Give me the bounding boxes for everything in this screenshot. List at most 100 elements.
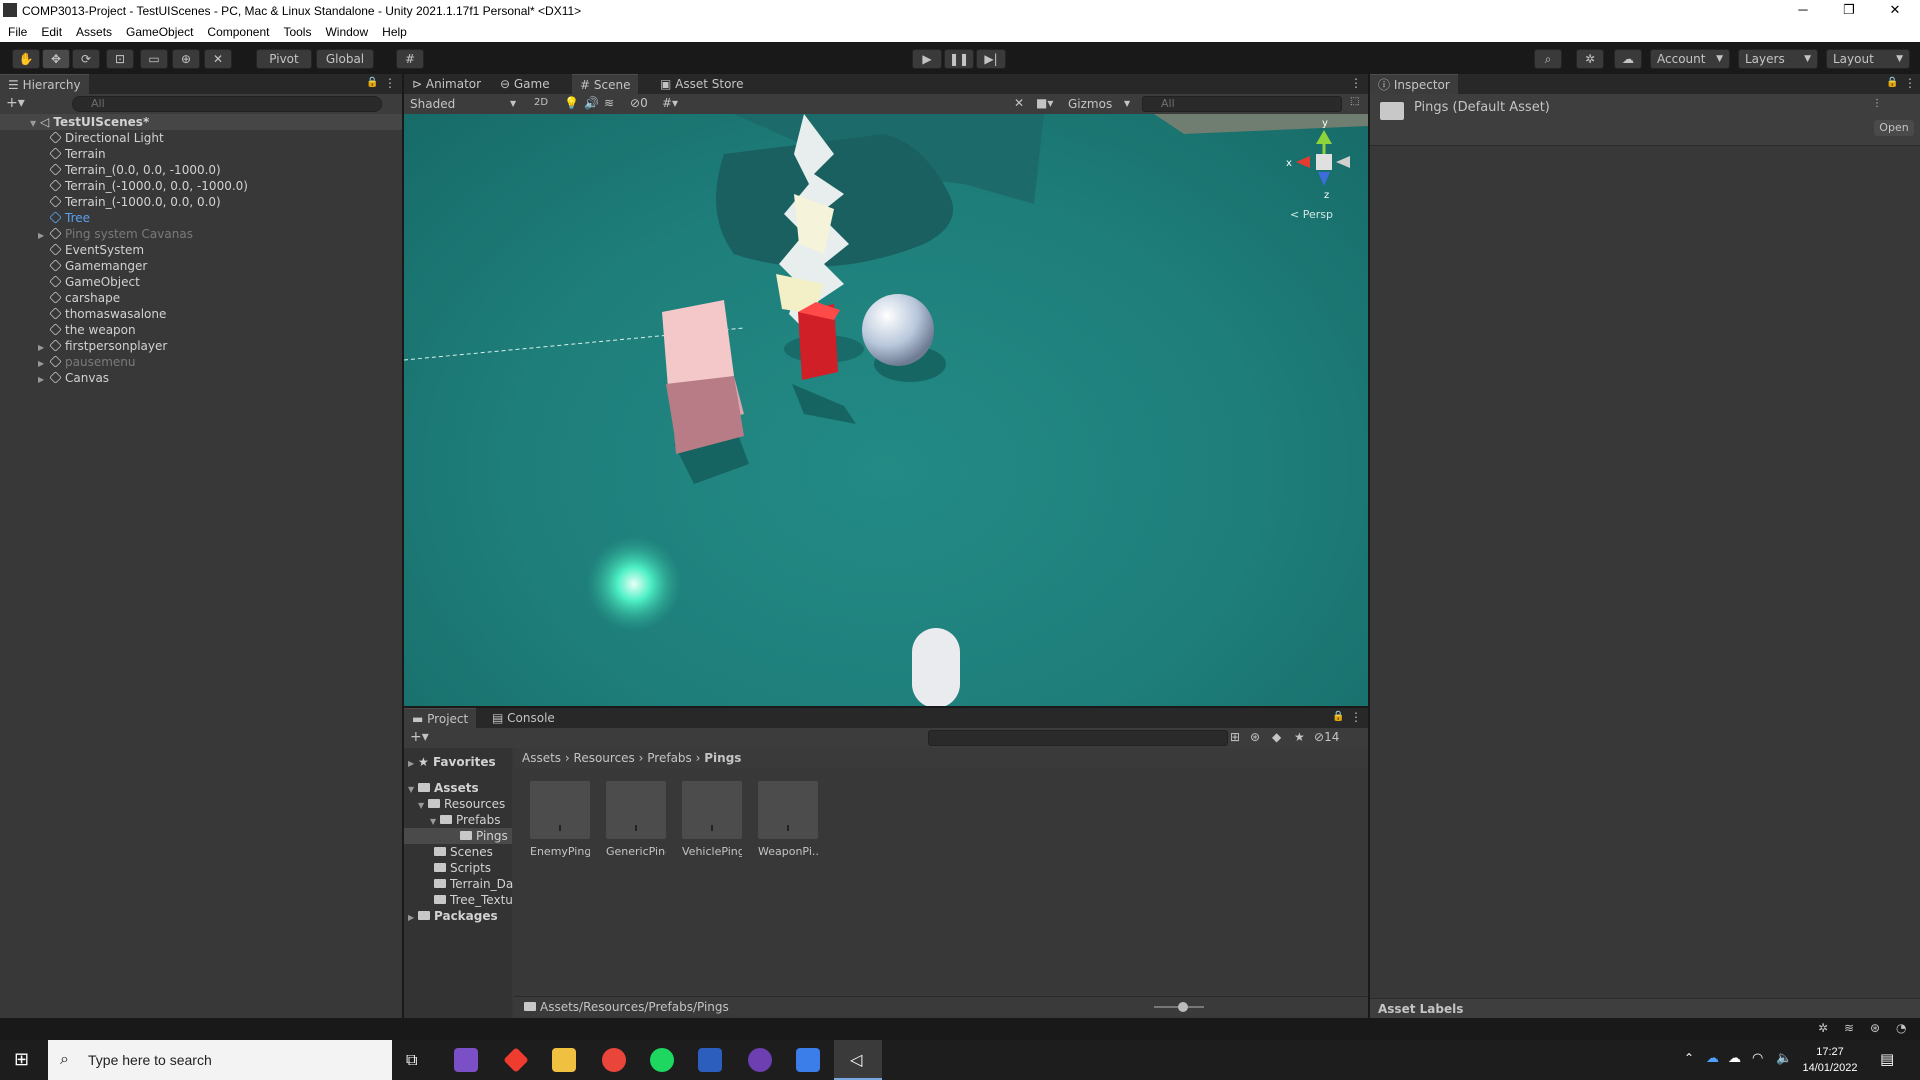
- breadcrumb-resources[interactable]: Resources: [574, 751, 635, 765]
- grid-snap-button[interactable]: #: [396, 49, 424, 69]
- hierarchy-item[interactable]: Terrain_(0.0, 0.0, -1000.0): [0, 162, 402, 178]
- tab-hierarchy[interactable]: ☰ Hierarchy: [0, 74, 89, 94]
- cloud-icon[interactable]: ☁: [1614, 49, 1642, 69]
- expand-arrow-icon[interactable]: ▼: [418, 798, 428, 814]
- zoom-icon[interactable]: [796, 1048, 820, 1072]
- wifi-icon[interactable]: ◠: [1752, 1051, 1763, 1066]
- word-icon[interactable]: [698, 1048, 722, 1072]
- menu-component[interactable]: Component: [199, 22, 275, 39]
- menu-tools[interactable]: Tools: [275, 22, 317, 39]
- layout-dropdown[interactable]: Layout ▼: [1826, 49, 1910, 69]
- asset-enemy-ping[interactable]: EnemyPing: [530, 781, 590, 858]
- audio-icon[interactable]: 🔊: [584, 96, 599, 110]
- more-menu-icon[interactable]: ⋮: [1350, 710, 1362, 724]
- settings-menu-icon[interactable]: ⋮: [1872, 98, 1882, 109]
- menu-assets[interactable]: Assets: [68, 22, 118, 39]
- github-desktop-icon[interactable]: [748, 1048, 772, 1072]
- windows-start-icon[interactable]: ⊞: [14, 1049, 29, 1070]
- favorites-row[interactable]: ▶ ★ Favorites: [408, 754, 496, 770]
- onedrive-icon[interactable]: ☁: [1706, 1051, 1719, 1066]
- tab-game[interactable]: ⊖ Game: [492, 74, 558, 94]
- expand-arrow-icon[interactable]: ▶: [38, 372, 50, 388]
- lighting-icon[interactable]: 💡: [564, 96, 579, 110]
- scene-viewport[interactable]: y x z < Persp: [404, 114, 1368, 706]
- hand-tool-button[interactable]: ✋: [12, 49, 40, 69]
- git-icon[interactable]: [503, 1047, 529, 1073]
- visibility-icon[interactable]: ⊘0: [630, 96, 648, 110]
- search-icon[interactable]: ⌕: [1534, 49, 1562, 69]
- lock-icon[interactable]: 🔒: [366, 77, 378, 88]
- scene-root-row[interactable]: ▼ ◁ TestUIScenes*: [0, 114, 402, 130]
- minimize-button[interactable]: ─: [1780, 0, 1826, 22]
- project-search-input[interactable]: [928, 730, 1228, 746]
- chrome-icon[interactable]: [602, 1048, 626, 1072]
- tag-icon[interactable]: ◆: [1272, 730, 1281, 744]
- hierarchy-item[interactable]: Tree: [0, 210, 402, 226]
- tab-asset-store[interactable]: ▣ Asset Store: [652, 74, 752, 94]
- move-tool-button[interactable]: ✥: [42, 49, 70, 69]
- more-menu-icon[interactable]: ⋮: [1350, 76, 1362, 90]
- folder-packages[interactable]: ▶ Packages: [408, 908, 498, 924]
- hierarchy-item[interactable]: Terrain_(-1000.0, 0.0, -1000.0): [0, 178, 402, 194]
- hierarchy-item[interactable]: ▶ firstpersonplayer: [0, 338, 402, 354]
- step-button[interactable]: ▶|: [976, 49, 1006, 69]
- volume-icon[interactable]: 🔈: [1776, 1051, 1792, 1066]
- folder-scenes[interactable]: Scenes: [434, 844, 493, 860]
- cache-icon[interactable]: ≋: [1844, 1021, 1854, 1035]
- bake-icon[interactable]: ⊛: [1870, 1021, 1880, 1035]
- hierarchy-item[interactable]: Terrain: [0, 146, 402, 162]
- rotate-tool-button[interactable]: ⟳: [72, 49, 100, 69]
- grid-icon[interactable]: #▾: [662, 96, 678, 110]
- breadcrumb-assets[interactable]: Assets: [522, 751, 561, 765]
- hierarchy-item[interactable]: carshape: [0, 290, 402, 306]
- transform-tool-button[interactable]: ⊕: [172, 49, 200, 69]
- custom-tool-button[interactable]: ✕: [204, 49, 232, 69]
- tab-console[interactable]: ▤ Console: [484, 708, 563, 728]
- filter-type-icon[interactable]: ⊞: [1230, 730, 1240, 744]
- menu-help[interactable]: Help: [374, 22, 413, 39]
- folder-resources[interactable]: ▼ Resources: [418, 796, 505, 812]
- pause-button[interactable]: ❚❚: [944, 49, 974, 69]
- hierarchy-item[interactable]: Terrain_(-1000.0, 0.0, 0.0): [0, 194, 402, 210]
- expand-arrow-icon[interactable]: ▶: [408, 910, 418, 926]
- gizmos-dropdown[interactable]: Gizmos ▼: [1068, 95, 1138, 113]
- hierarchy-item[interactable]: Gamemanger: [0, 258, 402, 274]
- breadcrumb-prefabs[interactable]: Prefabs: [647, 751, 692, 765]
- unity-taskbar-button[interactable]: ◁: [834, 1040, 882, 1080]
- scale-tool-button[interactable]: ⊡: [106, 49, 134, 69]
- persp-label[interactable]: < Persp: [1290, 208, 1333, 221]
- taskbar-search-input[interactable]: ⌕ Type here to search: [48, 1040, 392, 1080]
- hierarchy-item[interactable]: EventSystem: [0, 242, 402, 258]
- hierarchy-item[interactable]: the weapon: [0, 322, 402, 338]
- expand-arrow-icon[interactable]: ▼: [408, 782, 418, 798]
- close-button[interactable]: ✕: [1872, 0, 1918, 22]
- file-explorer-icon[interactable]: [552, 1048, 576, 1072]
- global-toggle[interactable]: Global: [316, 49, 374, 69]
- menu-window[interactable]: Window: [317, 22, 374, 39]
- maximize-button[interactable]: ❐: [1826, 0, 1872, 22]
- account-dropdown[interactable]: Account ▼: [1650, 49, 1730, 69]
- open-button[interactable]: Open: [1874, 120, 1914, 136]
- hierarchy-search-input[interactable]: All: [72, 96, 382, 112]
- lock-icon[interactable]: 🔒: [1886, 77, 1898, 88]
- hierarchy-item[interactable]: thomaswasalone: [0, 306, 402, 322]
- debug-icon[interactable]: ✲: [1818, 1021, 1828, 1035]
- rect-tool-button[interactable]: ▭: [140, 49, 168, 69]
- task-view-icon[interactable]: ⧉: [406, 1050, 417, 1070]
- folder-terrain-data[interactable]: Terrain_Da: [434, 876, 513, 892]
- orientation-gizmo[interactable]: y x z < Persp: [1286, 118, 1350, 221]
- asset-vehicle-ping[interactable]: VehiclePing: [682, 781, 742, 858]
- folder-assets[interactable]: ▼ Assets: [408, 780, 479, 796]
- lock-icon[interactable]: 🔒: [1332, 711, 1344, 722]
- favorite-star-icon[interactable]: ★: [1294, 730, 1305, 744]
- spotify-icon[interactable]: [650, 1048, 674, 1072]
- menu-edit[interactable]: Edit: [33, 22, 68, 39]
- asset-weapon-ping[interactable]: WeaponPi...: [758, 781, 818, 858]
- camera-icon[interactable]: ■▾: [1036, 96, 1053, 110]
- tab-inspector[interactable]: ⓘ Inspector: [1370, 74, 1458, 94]
- breadcrumb-pings[interactable]: Pings: [704, 751, 741, 765]
- collab-icon[interactable]: ✲: [1576, 49, 1604, 69]
- hierarchy-item[interactable]: ▶ Canvas: [0, 370, 402, 386]
- shading-dropdown[interactable]: Shaded ▼: [406, 95, 522, 113]
- tab-project[interactable]: ▬ Project: [404, 708, 477, 728]
